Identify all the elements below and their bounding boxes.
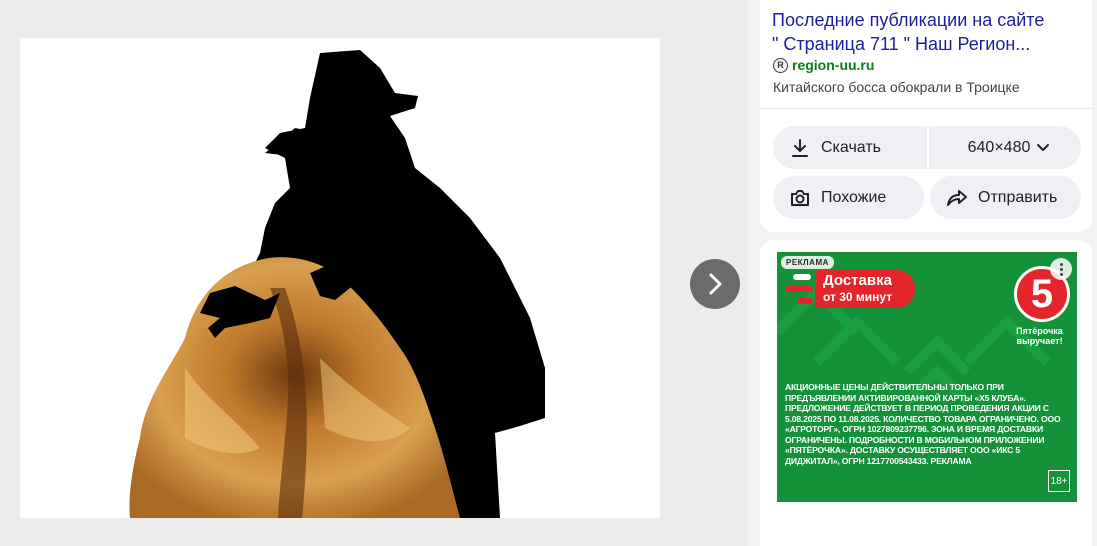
download-label: Скачать	[821, 138, 881, 156]
ad-card: РЕКЛАМА Доставка от 30 минут 5 Пятёрочка…	[760, 240, 1092, 546]
chevron-down-icon	[1036, 143, 1050, 153]
ad-legal-text: Акционные цены действительны только при …	[785, 382, 1061, 466]
result-title-line2: " Страница 711 " Наш Регион...	[772, 34, 1031, 54]
age-rating-badge: 18+	[1048, 470, 1070, 492]
ad-promo-line1: Доставка	[823, 272, 892, 289]
similar-label: Похожие	[821, 188, 887, 206]
share-button[interactable]: Отправить	[930, 176, 1081, 219]
download-icon	[789, 137, 811, 159]
result-snippet: Китайского босса обокрали в Троицке	[773, 79, 1020, 95]
dot	[1059, 272, 1063, 276]
stripe	[785, 286, 813, 292]
site-name: region-uu.ru	[792, 57, 875, 73]
result-title-line1: Последние публикации на сайте	[772, 10, 1045, 30]
ad-menu-button[interactable]	[1050, 258, 1072, 280]
main-image[interactable]	[20, 38, 660, 518]
stripe	[797, 298, 813, 304]
image-info-panel: Последние публикации на сайте " Страница…	[760, 0, 1092, 232]
share-arrow-icon	[946, 187, 968, 209]
size-select[interactable]: 640×480	[929, 126, 1081, 169]
size-label: 640×480	[967, 138, 1031, 156]
stripe	[793, 274, 811, 280]
similar-button[interactable]: Похожие	[773, 176, 924, 219]
silhouette-fur-coat-image	[20, 38, 660, 518]
ad-promo-line2: от 30 минут	[823, 290, 893, 304]
result-title-link[interactable]: Последние публикации на сайте " Страница…	[772, 8, 1082, 56]
share-label: Отправить	[978, 188, 1058, 206]
ad-slogan: Пятёрочка выручает!	[1016, 326, 1063, 346]
chevron-right-icon	[709, 273, 722, 295]
site-link[interactable]: R region-uu.ru	[773, 57, 874, 73]
next-image-button[interactable]	[690, 259, 740, 309]
image-viewer	[0, 0, 748, 546]
site-favicon-icon: R	[773, 57, 788, 73]
dot	[1059, 262, 1063, 266]
ad-banner[interactable]: РЕКЛАМА Доставка от 30 минут 5 Пятёрочка…	[777, 252, 1077, 502]
ad-promo: Доставка от 30 минут	[815, 270, 915, 308]
download-button[interactable]: Скачать	[773, 126, 927, 169]
camera-search-icon	[789, 187, 811, 209]
ad-badge: РЕКЛАМА	[781, 256, 834, 269]
dot	[1059, 267, 1063, 271]
divider	[760, 108, 1092, 109]
